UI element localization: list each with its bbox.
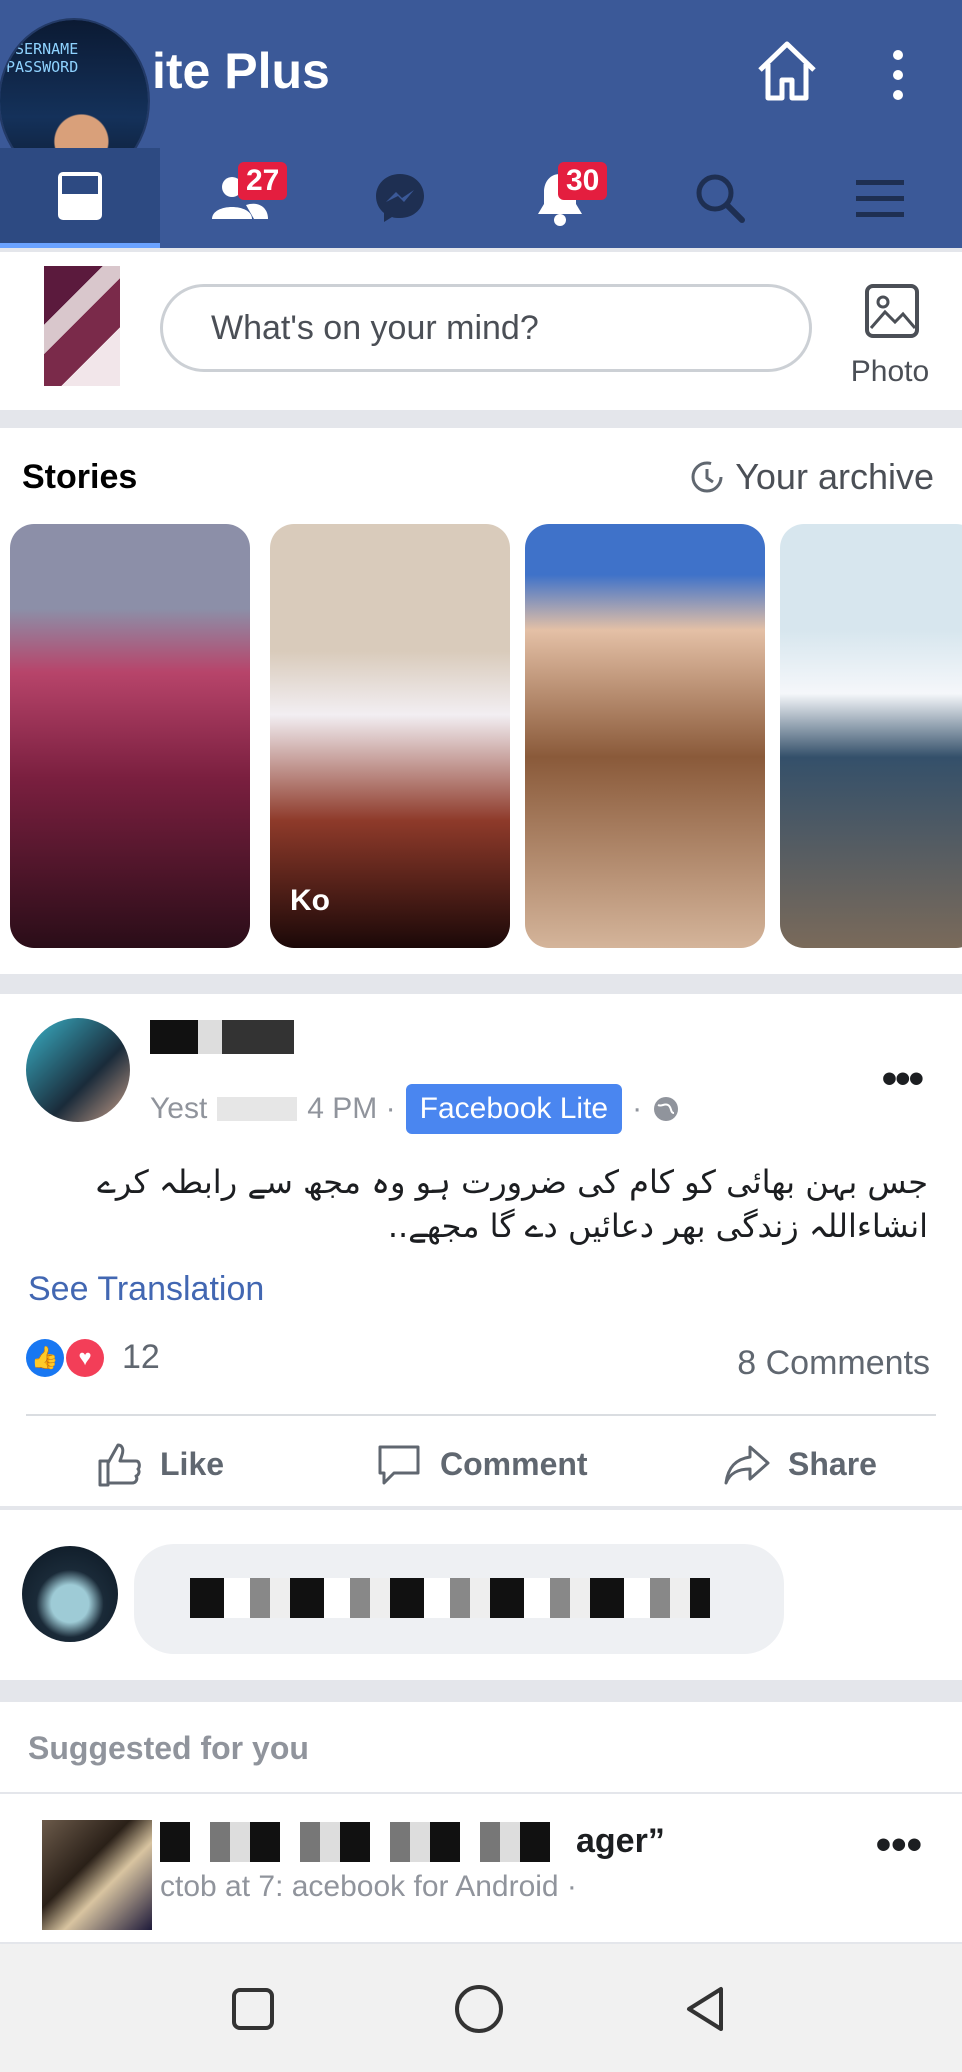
suggested-name[interactable]: ager” (576, 1822, 665, 1861)
stories-section: Stories Your archive Ko (0, 428, 962, 974)
redacted-time (217, 1097, 298, 1121)
post-meta: Yest 4 PM · Facebook Lite · (150, 1084, 680, 1134)
story-card[interactable] (10, 524, 250, 948)
reactions-summary[interactable]: 👍 ♥ 12 (26, 1338, 160, 1377)
post-more-options-icon[interactable]: ••• (882, 1054, 924, 1104)
photo-label: Photo (850, 355, 930, 388)
tab-messenger[interactable] (320, 148, 480, 248)
suggested-title: Suggested for you (28, 1730, 309, 1766)
post-text-line-1: جس بہن بھائی کو کام کی ضرورت ہو وہ مجھ س… (97, 1163, 928, 1201)
comment-bubble-redacted[interactable] (134, 1544, 784, 1654)
photo-icon (865, 284, 919, 338)
tab-friend-requests[interactable]: 27 (160, 148, 320, 248)
post-body: جس بہن بھائی کو کام کی ضرورت ہو وہ مجھ س… (40, 1160, 928, 1248)
story-card[interactable]: Ko (270, 524, 510, 948)
thumbs-up-icon (98, 1443, 141, 1487)
your-archive-link[interactable]: Your archive (689, 456, 934, 498)
notifications-badge: 30 (558, 162, 608, 200)
logo-text-password: PASSWORD (6, 58, 79, 76)
comment-icon (378, 1445, 420, 1485)
tab-menu[interactable] (800, 148, 960, 248)
status-composer: What's on your mind? Photo (0, 252, 962, 410)
app-title: ite Plus (152, 43, 330, 99)
share-button[interactable]: Share (722, 1434, 877, 1494)
menu-icon (856, 180, 904, 217)
story-label: Ko (290, 884, 330, 917)
more-vertical-icon (893, 50, 903, 60)
user-avatar[interactable] (44, 266, 120, 386)
suggested-meta: ctob at 7: acebook for Android · (160, 1870, 577, 1903)
your-archive-label: Your archive (735, 456, 934, 497)
tab-notifications[interactable]: 30 (480, 148, 640, 248)
post-author-avatar[interactable] (26, 1018, 130, 1122)
facebook-lite-badge: Facebook Lite (405, 1084, 623, 1134)
recent-apps-button[interactable] (218, 1974, 288, 2044)
reaction-count: 12 (122, 1338, 160, 1376)
stories-title: Stories (22, 458, 138, 496)
redacted-comment-text (190, 1578, 710, 1618)
commenter-avatar[interactable] (22, 1546, 118, 1642)
see-translation-link[interactable]: See Translation (28, 1270, 264, 1309)
comment-button[interactable]: Comment (374, 1434, 588, 1494)
share-label: Share (788, 1445, 877, 1482)
tab-bar: 27 30 (0, 148, 962, 248)
share-icon (724, 1445, 770, 1485)
app-header: USERNAME PASSWORD ite Plus (0, 0, 962, 182)
back-triangle-icon (687, 1987, 723, 2031)
redacted-suggested-name (160, 1822, 560, 1862)
like-label: Like (160, 1445, 225, 1482)
meta-separator: · (632, 1092, 643, 1125)
story-card[interactable] (780, 524, 962, 948)
suggested-more-options-icon[interactable]: ••• (876, 1820, 922, 1870)
home-system-button[interactable] (444, 1974, 514, 2044)
love-reaction-icon: ♥ (66, 1338, 104, 1377)
suggested-section: Suggested for you ager” ctob at 7: acebo… (0, 1702, 962, 1942)
story-card[interactable] (525, 524, 765, 948)
like-button[interactable]: Like (94, 1434, 224, 1494)
home-icon (758, 41, 816, 101)
archive-clock-icon (691, 461, 723, 493)
comment-label: Comment (440, 1445, 588, 1482)
home-button[interactable] (752, 36, 822, 106)
suggested-divider (0, 1792, 962, 1794)
post-date: Yest (150, 1092, 208, 1125)
status-input[interactable]: What's on your mind? (160, 284, 812, 372)
friend-requests-badge: 27 (238, 162, 288, 200)
post-author-name-redacted[interactable] (150, 1020, 390, 1054)
logo-text-username: USERNAME (6, 40, 79, 58)
top-comment (0, 1510, 962, 1680)
news-feed-icon (58, 171, 102, 220)
search-icon (696, 174, 745, 223)
comments-count-link[interactable]: 8 Comments (737, 1344, 930, 1383)
post-text-line-2: انشاءاللہ زندگی بھر دعائیں دے گا مجھے.. (387, 1207, 928, 1245)
tab-news-feed[interactable] (0, 148, 160, 248)
feed-post: ••• Yest 4 PM · Facebook Lite · جس بہن ب… (0, 994, 962, 1506)
square-icon (232, 1988, 274, 2030)
suggested-avatar[interactable] (42, 1820, 152, 1930)
system-navigation-bar (0, 1944, 962, 2072)
tab-search[interactable] (640, 148, 800, 248)
post-time: 4 PM · (307, 1092, 396, 1125)
messenger-icon (376, 174, 424, 222)
post-divider (26, 1414, 936, 1416)
photo-button[interactable]: Photo (840, 280, 940, 392)
like-reaction-icon: 👍 (26, 1338, 64, 1377)
circle-icon (455, 1985, 503, 2033)
back-button[interactable] (672, 1974, 742, 2044)
more-options-button[interactable] (880, 40, 916, 110)
globe-icon (654, 1097, 679, 1121)
